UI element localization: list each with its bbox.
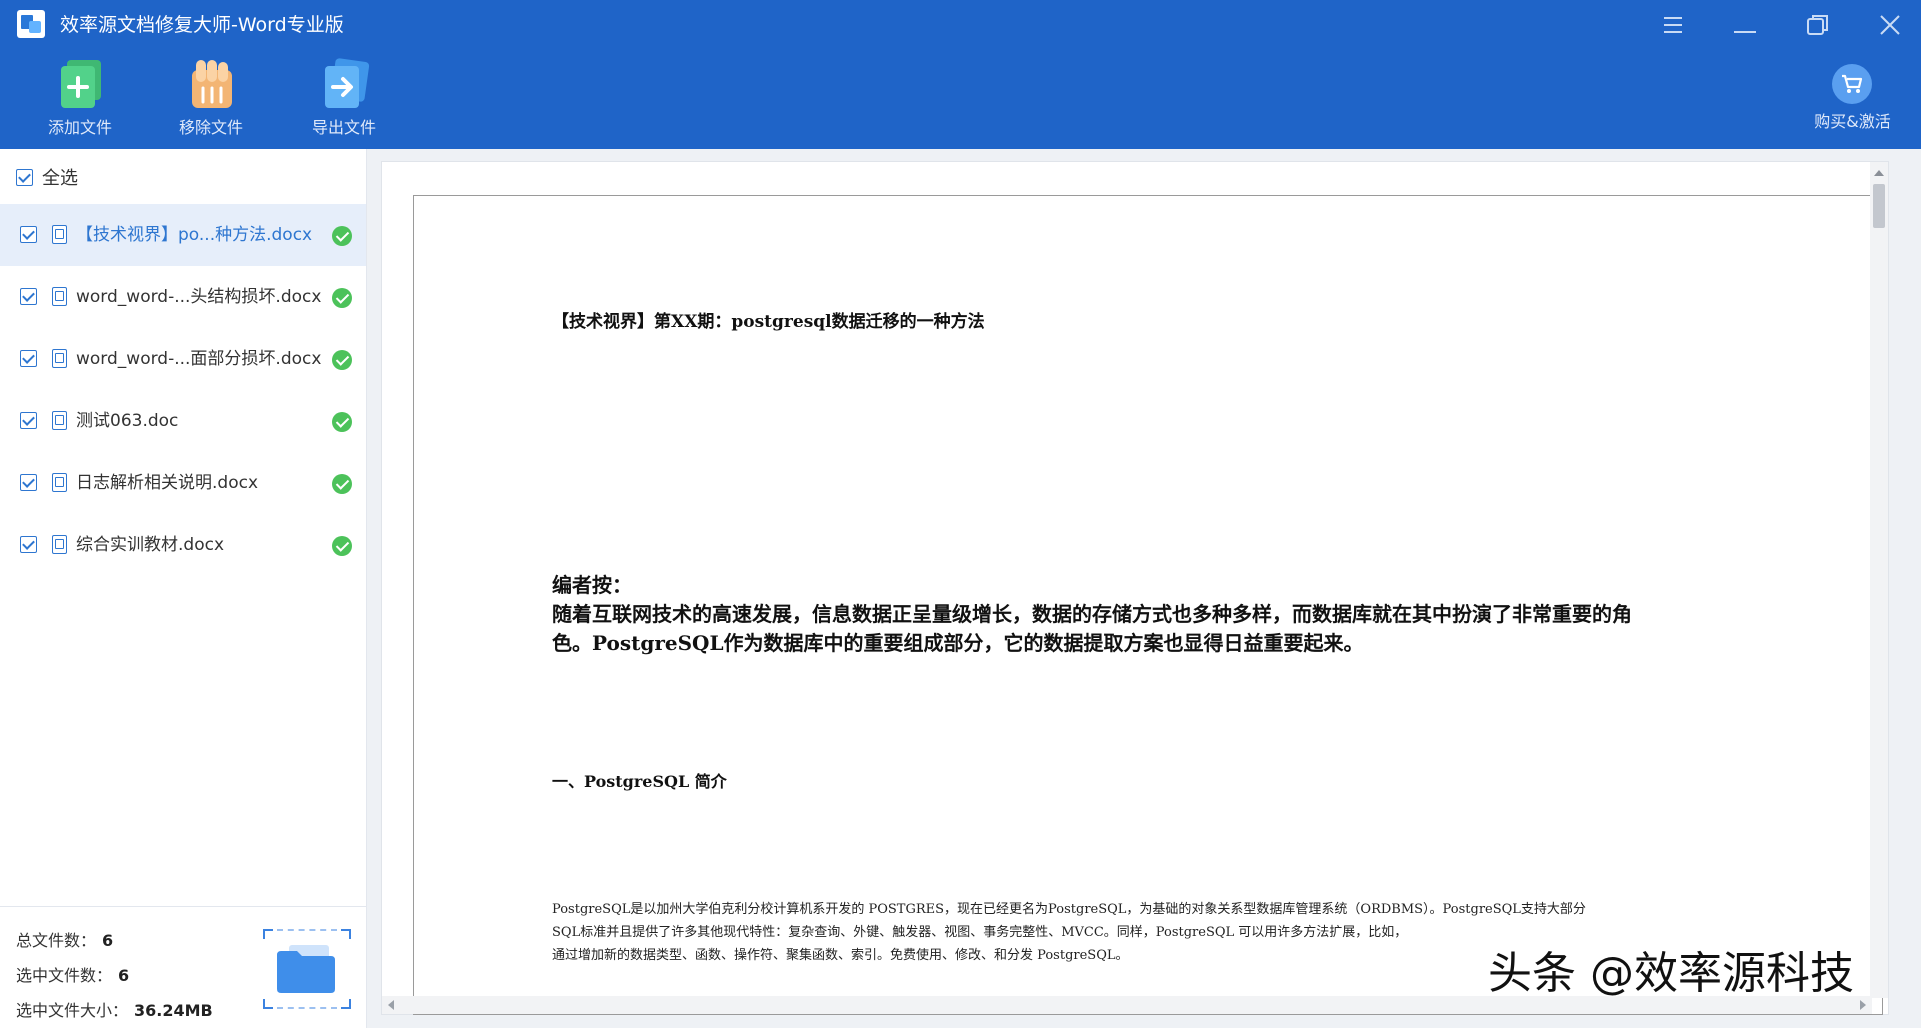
word-doc-icon xyxy=(52,535,67,554)
close-icon[interactable] xyxy=(1875,10,1905,40)
editor-note-body: 随着互联网技术的高速发展，信息数据正呈量级增长，数据的存储方式也多种多样，而数据… xyxy=(552,600,1792,658)
file-checkbox[interactable] xyxy=(20,412,37,429)
app-header: 效率源文档修复大师-Word专业版 添加文件 移除文件 导出文件 购买&激活 xyxy=(0,0,1921,149)
success-check-icon xyxy=(332,350,352,370)
selected-size-stat: 选中文件大小： 36.24MB xyxy=(16,1001,213,1021)
section-heading: 一、PostgreSQL 简介 xyxy=(552,772,727,791)
select-all-label: 全选 xyxy=(42,168,78,189)
document-title: 【技术视界】第XX期：postgresql数据迁移的一种方法 xyxy=(552,312,985,332)
file-row[interactable]: word_word-...头结构损坏.docx xyxy=(0,266,366,328)
drop-border xyxy=(277,1007,337,1009)
buy-activate-label: 购买&激活 xyxy=(1814,112,1891,131)
selected-files-stat: 选中文件数： 6 xyxy=(16,966,129,986)
scroll-left-icon[interactable] xyxy=(388,1000,394,1010)
file-name: 测试063.doc xyxy=(76,411,179,431)
file-checkbox[interactable] xyxy=(20,350,37,367)
file-name: 日志解析相关说明.docx xyxy=(76,473,259,493)
file-name: word_word-...头结构损坏.docx xyxy=(76,287,322,307)
file-stats-panel: 总文件数： 6 选中文件数： 6 选中文件大小： 36.24MB xyxy=(0,906,366,1028)
scroll-thumb[interactable] xyxy=(1873,184,1885,228)
watermark-text: 头条 @效率源科技 xyxy=(1488,948,1854,999)
success-check-icon xyxy=(332,412,352,432)
drop-corner xyxy=(341,929,351,939)
success-check-icon xyxy=(332,474,352,494)
total-files-label: 总文件数： xyxy=(16,931,97,950)
title-bar: 效率源文档修复大师-Word专业版 xyxy=(0,0,1921,50)
drop-corner xyxy=(263,999,273,1009)
export-file-icon xyxy=(319,58,371,110)
export-file-button[interactable]: 导出文件 xyxy=(289,58,399,144)
add-file-icon xyxy=(55,58,107,110)
file-row[interactable]: 测试063.doc xyxy=(0,390,366,452)
drop-border xyxy=(277,929,337,931)
file-checkbox[interactable] xyxy=(20,226,37,243)
file-name: 【技术视界】po...种方法.docx xyxy=(76,225,313,245)
file-sidebar: 全选 【技术视界】po...种方法.docx word_word-...头结构损… xyxy=(0,149,367,1028)
document-page: 【技术视界】第XX期：postgresql数据迁移的一种方法 编者按： 随着互联… xyxy=(413,195,1883,1015)
scroll-right-icon[interactable] xyxy=(1860,1000,1866,1010)
add-file-label: 添加文件 xyxy=(47,118,112,137)
restore-icon[interactable] xyxy=(1803,10,1833,40)
folder-drop-zone[interactable] xyxy=(263,929,351,1009)
file-name: word_word-...面部分损坏.docx xyxy=(76,349,322,369)
selected-files-value: 6 xyxy=(118,966,130,985)
menu-icon[interactable] xyxy=(1658,10,1688,40)
folder-icon xyxy=(275,945,337,995)
body-paragraph-line: PostgreSQL是以加州大学伯克利分校计算机系开发的 POSTGRES，现在… xyxy=(552,902,1586,917)
file-row[interactable]: word_word-...面部分损坏.docx xyxy=(0,328,366,390)
selected-files-label: 选中文件数： xyxy=(16,966,113,985)
file-row[interactable]: 【技术视界】po...种方法.docx xyxy=(0,204,366,266)
file-row[interactable]: 综合实训教材.docx xyxy=(0,514,366,576)
vertical-scrollbar[interactable] xyxy=(1870,162,1888,998)
checkbox-icon[interactable] xyxy=(16,168,33,186)
file-list: 【技术视界】po...种方法.docx word_word-...头结构损坏.d… xyxy=(0,204,366,576)
add-file-button[interactable]: 添加文件 xyxy=(25,58,135,144)
word-doc-icon xyxy=(52,349,67,368)
cart-icon xyxy=(1832,64,1872,104)
scroll-up-icon[interactable] xyxy=(1874,170,1884,176)
remove-file-button[interactable]: 移除文件 xyxy=(156,58,266,144)
file-row[interactable]: 日志解析相关说明.docx xyxy=(0,452,366,514)
file-checkbox[interactable] xyxy=(20,288,37,305)
remove-file-label: 移除文件 xyxy=(178,118,243,137)
body-paragraph-line: SQL标准并且提供了许多其他现代特性：复杂查询、外键、触发器、视图、事务完整性、… xyxy=(552,925,1408,940)
document-preview-pane[interactable]: 【技术视界】第XX期：postgresql数据迁移的一种方法 编者按： 随着互联… xyxy=(381,161,1889,1015)
total-files-value: 6 xyxy=(102,931,114,950)
remove-file-icon xyxy=(186,58,238,110)
editor-note-line: 随着互联网技术的高速发展，信息数据正呈量级增长，数据的存储方式也多种多样，而数据… xyxy=(552,602,1632,626)
total-files-stat: 总文件数： 6 xyxy=(16,931,113,951)
file-name: 综合实训教材.docx xyxy=(76,535,225,555)
app-logo-icon xyxy=(17,10,45,38)
export-file-label: 导出文件 xyxy=(311,118,376,137)
word-doc-icon xyxy=(52,411,67,430)
selected-size-value: 36.24MB xyxy=(134,1001,213,1020)
word-doc-icon xyxy=(52,287,67,306)
drop-corner xyxy=(341,999,351,1009)
drop-corner xyxy=(263,929,273,939)
file-checkbox[interactable] xyxy=(20,536,37,553)
minimize-icon[interactable] xyxy=(1730,10,1760,40)
editor-note-line: 色。PostgreSQL作为数据库中的重要组成部分，它的数据提取方案也显得日益重… xyxy=(552,631,1364,655)
app-title: 效率源文档修复大师-Word专业版 xyxy=(60,14,344,36)
selected-size-label: 选中文件大小： xyxy=(16,1001,129,1020)
editor-note-heading: 编者按： xyxy=(552,573,632,597)
body-paragraph-line: 通过增加新的数据类型、函数、操作符、聚集函数、索引。免费使用、修改、和分发 Po… xyxy=(552,948,1129,963)
success-check-icon xyxy=(332,226,352,246)
buy-activate-button[interactable]: 购买&激活 xyxy=(1800,62,1905,142)
word-doc-icon xyxy=(52,225,67,244)
select-all-checkbox[interactable]: 全选 xyxy=(16,165,78,189)
file-checkbox[interactable] xyxy=(20,474,37,491)
success-check-icon xyxy=(332,288,352,308)
word-doc-icon xyxy=(52,473,67,492)
success-check-icon xyxy=(332,536,352,556)
